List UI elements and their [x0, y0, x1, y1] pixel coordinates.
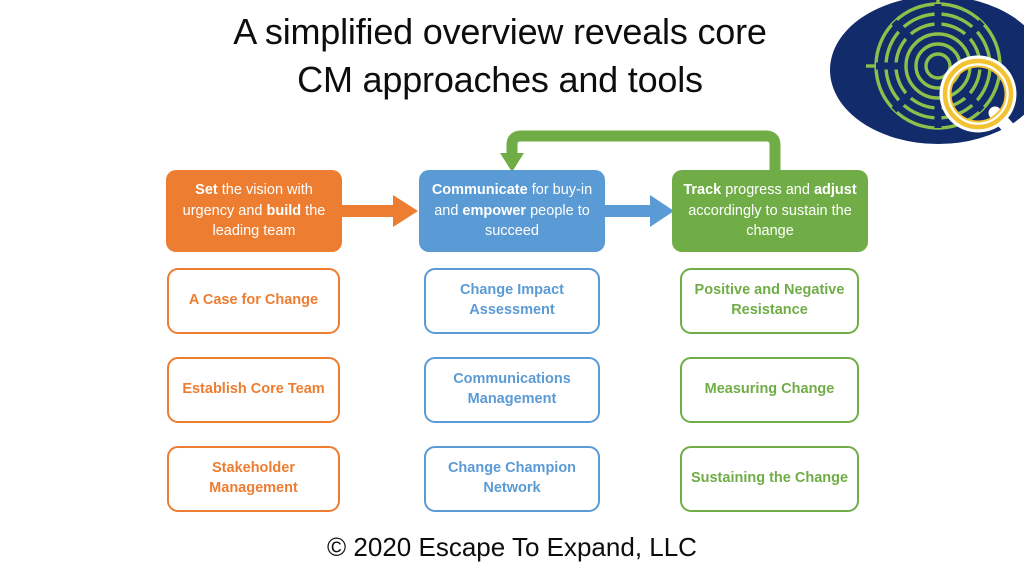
tool-box[interactable]: Measuring Change [680, 357, 859, 423]
tool-box[interactable]: Communications Management [424, 357, 600, 423]
slide-title-line-1: A simplified overview reveals core [233, 11, 767, 52]
escape-to-expand-logo [828, 0, 1024, 164]
tool-box[interactable]: Stakeholder Management [167, 446, 340, 512]
tool-box[interactable]: A Case for Change [167, 268, 340, 334]
phase-2-seg-1: progress and [721, 182, 814, 199]
arrow-set-to-communicate [342, 195, 418, 227]
phase-2-seg-0: Track [683, 182, 722, 199]
phase-box-communicate[interactable]: Communicate for buy-in and empower peopl… [419, 170, 605, 252]
arrow-track-feedback-to-communicate [500, 130, 781, 172]
phase-1-seg-0: Communicate [431, 182, 528, 199]
tool-box[interactable]: Change Impact Assessment [424, 268, 600, 334]
tool-box[interactable]: Change Champion Network [424, 446, 600, 512]
tool-box[interactable]: Establish Core Team [167, 357, 340, 423]
tool-box[interactable]: Sustaining the Change [680, 446, 859, 512]
phase-box-track-label: Track progress and adjust accordingly to… [680, 180, 860, 242]
copyright-footer: © 2020 Escape To Expand, LLC [327, 532, 697, 562]
phase-box-track[interactable]: Track progress and adjust accordingly to… [672, 170, 868, 252]
phase-2-seg-3: accordingly to sustain the change [688, 202, 852, 240]
phase-box-set-vision[interactable]: Set the vision with urgency and build th… [166, 170, 342, 252]
slide-title: A simplified overview reveals core CM ap… [150, 8, 850, 103]
phase-box-communicate-label: Communicate for buy-in and empower peopl… [427, 180, 597, 242]
slide-canvas: A simplified overview reveals core CM ap… [0, 0, 1024, 576]
phase-box-set-vision-label: Set the vision with urgency and build th… [174, 180, 334, 242]
arrow-communicate-to-track [605, 195, 674, 227]
slide-title-line-2: CM approaches and tools [297, 58, 703, 100]
phase-2-seg-2: adjust [813, 182, 857, 199]
phase-0-seg-2: build [266, 202, 302, 219]
tool-box[interactable]: Positive and Negative Resistance [680, 268, 859, 334]
phase-0-seg-0: Set [195, 182, 218, 199]
phase-1-seg-2: empower [462, 202, 527, 219]
